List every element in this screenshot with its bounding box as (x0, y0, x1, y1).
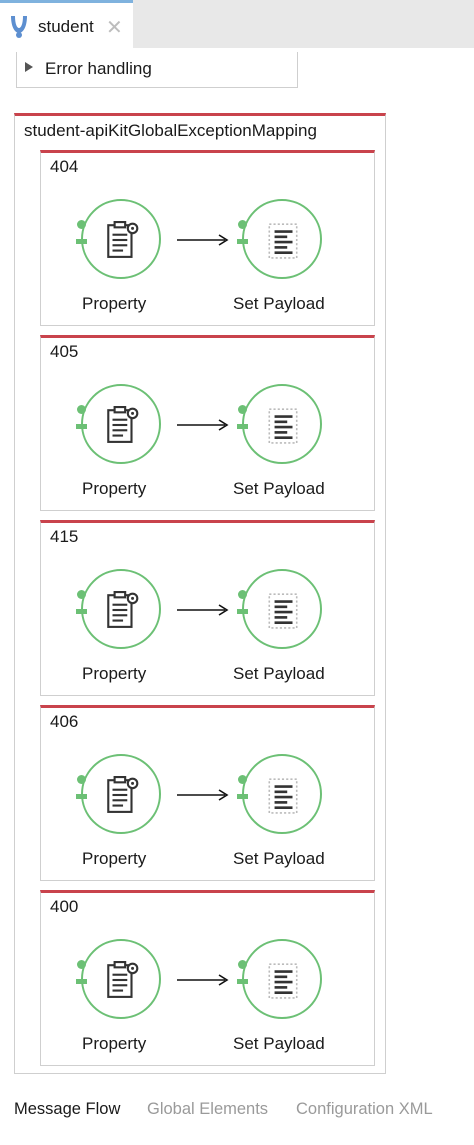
tab-message-flow[interactable]: Message Flow (14, 1100, 120, 1119)
connector-bar (237, 794, 248, 799)
property-node[interactable] (76, 939, 161, 1019)
case-status-code: 415 (50, 527, 79, 546)
flow-arrow-icon (177, 419, 229, 431)
set-payload-icon (268, 963, 298, 999)
connector-dot (238, 590, 247, 599)
mapping-title: student-apiKitGlobalExceptionMapping (24, 121, 317, 140)
set-payload-node[interactable] (237, 754, 322, 834)
connector-dot (238, 960, 247, 969)
connector-bar (237, 424, 248, 429)
flow-arrow-icon (177, 974, 229, 986)
connector-dot (238, 775, 247, 784)
editor-tab-bar: student ✕ (0, 0, 474, 48)
connector-bar (76, 424, 87, 429)
set-payload-label: Set Payload (233, 1034, 325, 1053)
set-payload-label: Set Payload (233, 664, 325, 683)
set-payload-label: Set Payload (233, 849, 325, 868)
property-icon (107, 961, 139, 998)
tab-global-elements[interactable]: Global Elements (147, 1100, 268, 1119)
flow-arrow-icon (177, 604, 229, 616)
case-status-code: 404 (50, 157, 79, 176)
connector-bar (76, 794, 87, 799)
set-payload-icon (268, 408, 298, 444)
error-handling-label: Error handling (45, 59, 152, 78)
connector-dot (77, 405, 86, 414)
tab-student[interactable]: student ✕ (0, 0, 133, 48)
property-label: Property (82, 664, 147, 683)
expand-arrow-icon[interactable] (25, 62, 33, 72)
global-exception-mapping[interactable]: student-apiKitGlobalExceptionMapping 404 (14, 113, 386, 1074)
connector-bar (237, 979, 248, 984)
case-status-code: 405 (50, 342, 79, 361)
editor-view-tabs: Message Flow Global Elements Configurati… (0, 1096, 474, 1126)
error-handling-section[interactable]: Error handling (16, 52, 298, 88)
exception-case-405[interactable]: 405 Property Set Payload (40, 335, 375, 511)
set-payload-node[interactable] (237, 569, 322, 649)
property-label: Property (82, 849, 147, 868)
connector-dot (77, 220, 86, 229)
set-payload-icon (268, 593, 298, 629)
connector-bar (76, 979, 87, 984)
set-payload-node[interactable] (237, 199, 322, 279)
property-label: Property (82, 1034, 147, 1053)
flow-arrow-icon (177, 789, 229, 801)
mule-flow-icon (11, 16, 27, 38)
property-label: Property (82, 479, 147, 498)
property-icon (107, 591, 139, 628)
property-icon (107, 221, 139, 258)
set-payload-label: Set Payload (233, 479, 325, 498)
case-status-code: 400 (50, 897, 79, 916)
connector-bar (76, 239, 87, 244)
flow-arrow-icon (177, 234, 229, 246)
close-icon[interactable]: ✕ (106, 15, 123, 40)
set-payload-icon (268, 223, 298, 259)
connector-dot (77, 590, 86, 599)
exception-case-415[interactable]: 415 Property Set Payload (40, 520, 375, 696)
connector-dot (238, 220, 247, 229)
property-icon (107, 776, 139, 813)
connector-bar (237, 609, 248, 614)
connector-dot (77, 960, 86, 969)
tab-configuration-xml[interactable]: Configuration XML (296, 1100, 433, 1119)
set-payload-node[interactable] (237, 384, 322, 464)
case-status-code: 406 (50, 712, 79, 731)
connector-dot (77, 775, 86, 784)
property-node[interactable] (76, 754, 161, 834)
property-icon (107, 406, 139, 443)
tab-label: student (38, 17, 94, 36)
connector-bar (76, 609, 87, 614)
set-payload-label: Set Payload (233, 294, 325, 313)
set-payload-node[interactable] (237, 939, 322, 1019)
connector-bar (237, 239, 248, 244)
exception-case-400[interactable]: 400 Property Set Payload (40, 890, 375, 1066)
exception-case-404[interactable]: 404 Property Set Payload (40, 150, 375, 326)
property-node[interactable] (76, 384, 161, 464)
exception-case-406[interactable]: 406 Property Set Payload (40, 705, 375, 881)
set-payload-icon (268, 778, 298, 814)
property-node[interactable] (76, 199, 161, 279)
connector-dot (238, 405, 247, 414)
property-label: Property (82, 294, 147, 313)
property-node[interactable] (76, 569, 161, 649)
